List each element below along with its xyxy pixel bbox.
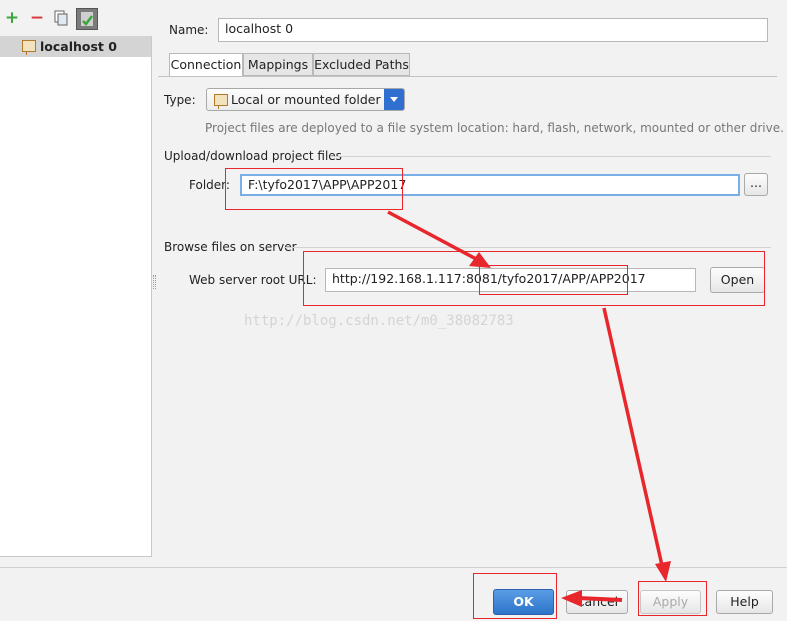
cancel-button[interactable]: Cancel bbox=[566, 590, 628, 614]
tab-mappings[interactable]: Mappings bbox=[243, 53, 313, 76]
folder-icon bbox=[214, 94, 228, 109]
footer-divider bbox=[0, 567, 787, 568]
type-description: Project files are deployed to a file sys… bbox=[205, 121, 784, 135]
browse-folder-button[interactable]: ... bbox=[744, 173, 768, 196]
tab-divider bbox=[158, 76, 777, 77]
server-list-item-localhost[interactable]: localhost 0 bbox=[0, 36, 151, 57]
tab-excluded-paths[interactable]: Excluded Paths bbox=[313, 53, 410, 76]
type-value: Local or mounted folder bbox=[231, 92, 381, 107]
folder-server-icon bbox=[22, 40, 36, 55]
tab-connection[interactable]: Connection bbox=[169, 53, 243, 77]
arrow-url-to-apply bbox=[602, 307, 665, 571]
browse-section-divider bbox=[284, 247, 771, 248]
annotation-box-url-path bbox=[479, 265, 628, 295]
help-button[interactable]: Help bbox=[716, 590, 773, 614]
type-dropdown[interactable]: Local or mounted folder bbox=[206, 88, 405, 111]
folder-label: Folder: bbox=[189, 178, 230, 192]
server-item-label: localhost 0 bbox=[40, 39, 117, 54]
server-list: localhost 0 bbox=[0, 36, 152, 557]
arrow-head-apply bbox=[655, 561, 671, 582]
chevron-down-icon[interactable] bbox=[384, 89, 404, 110]
name-field[interactable]: localhost 0 bbox=[218, 18, 768, 42]
copy-icon[interactable] bbox=[53, 10, 69, 26]
name-label: Name: bbox=[169, 23, 209, 37]
url-label: Web server root URL: bbox=[189, 273, 317, 287]
annotation-box-ok bbox=[473, 573, 557, 619]
add-icon[interactable]: + bbox=[4, 10, 20, 27]
annotation-box-folder bbox=[225, 168, 403, 210]
upload-section-divider bbox=[330, 156, 771, 157]
browse-section-title: Browse files on server bbox=[164, 240, 297, 254]
splitter-handle[interactable] bbox=[153, 275, 156, 289]
upload-section-title: Upload/download project files bbox=[164, 149, 342, 163]
server-list-toolbar: + − bbox=[0, 0, 152, 36]
watermark-text: http://blog.csdn.net/m0_38082783 bbox=[244, 313, 514, 329]
default-server-icon[interactable] bbox=[76, 8, 98, 30]
type-label: Type: bbox=[164, 93, 196, 107]
remove-icon[interactable]: − bbox=[29, 10, 45, 27]
annotation-box-apply bbox=[638, 581, 707, 616]
